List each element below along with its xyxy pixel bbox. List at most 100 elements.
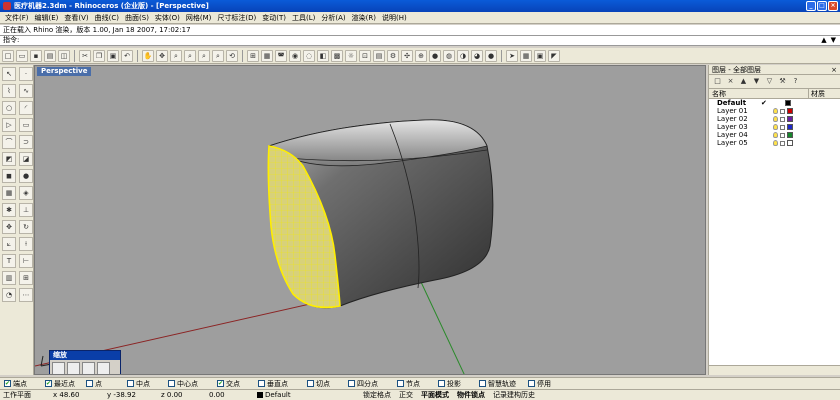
light-bulb-icon[interactable]: ☼ bbox=[345, 49, 357, 62]
visible-bulb-icon[interactable] bbox=[773, 140, 778, 146]
grid-icon[interactable]: ▩ bbox=[331, 49, 343, 62]
osnap-checkbox[interactable]: ✔ bbox=[4, 380, 11, 387]
osnap-checkbox[interactable] bbox=[528, 380, 535, 387]
status-layer[interactable]: Default bbox=[257, 391, 355, 399]
osnap-point[interactable]: 点 bbox=[86, 379, 127, 389]
osnap-checkbox[interactable] bbox=[168, 380, 175, 387]
osnap-smarttrack[interactable]: 智慧轨迹 bbox=[479, 379, 528, 389]
curve-icon[interactable]: ∿ bbox=[19, 84, 33, 98]
polygon-icon[interactable]: ▷ bbox=[2, 118, 16, 132]
explode-icon[interactable]: ✱ bbox=[2, 203, 16, 217]
unlock-icon[interactable] bbox=[780, 140, 785, 146]
properties-icon[interactable]: ▤ bbox=[373, 49, 385, 62]
osnap-checkbox[interactable] bbox=[479, 380, 486, 387]
paste-icon[interactable]: ▣ bbox=[107, 49, 119, 62]
rectangle-icon[interactable]: ▭ bbox=[19, 118, 33, 132]
layer-row[interactable]: Layer 04 bbox=[709, 131, 840, 139]
osnap-center[interactable]: 中心点 bbox=[168, 379, 217, 389]
menu-view[interactable]: 查看(V) bbox=[61, 13, 91, 23]
visible-bulb-icon[interactable] bbox=[773, 116, 778, 122]
render-icon[interactable]: ◕ bbox=[471, 49, 483, 62]
zoom-dynamic-icon[interactable]: ⌕ bbox=[170, 49, 182, 62]
status-history[interactable]: 记录建构历史 bbox=[493, 390, 535, 400]
osnap-checkbox[interactable] bbox=[258, 380, 265, 387]
layer-icon[interactable]: ◧ bbox=[317, 49, 329, 62]
menu-tools[interactable]: 工具(L) bbox=[289, 13, 318, 23]
split-icon[interactable]: ⟊ bbox=[19, 237, 33, 251]
cut-icon[interactable]: ✂ bbox=[79, 49, 91, 62]
zoom-window-icon[interactable]: ⌕ bbox=[184, 49, 196, 62]
arc-icon[interactable]: ◜ bbox=[19, 101, 33, 115]
layer-row[interactable]: Layer 03 bbox=[709, 123, 840, 131]
render-preview-icon[interactable]: ◑ bbox=[457, 49, 469, 62]
osnap-project[interactable]: 投影 bbox=[438, 379, 479, 389]
block-icon[interactable]: ▥ bbox=[2, 271, 16, 285]
select-arrow-icon[interactable]: ↖ bbox=[2, 67, 16, 81]
text-icon[interactable]: T bbox=[2, 254, 16, 268]
menu-help[interactable]: 说明(H) bbox=[379, 13, 410, 23]
visible-bulb-icon[interactable] bbox=[773, 132, 778, 138]
surface-corner-icon[interactable]: ◩ bbox=[2, 152, 16, 166]
new-file-icon[interactable]: □ bbox=[2, 49, 14, 62]
copy-icon[interactable]: ❐ bbox=[93, 49, 105, 62]
osnap-intersection[interactable]: ✔ 交点 bbox=[217, 379, 258, 389]
osnap-checkbox[interactable] bbox=[438, 380, 445, 387]
layer-row[interactable]: Default ✔ bbox=[709, 99, 840, 107]
osnap-tangent[interactable]: 切点 bbox=[307, 379, 348, 389]
close-icon[interactable]: × bbox=[828, 1, 838, 11]
boolean-icon[interactable]: ◈ bbox=[19, 186, 33, 200]
move-up-icon[interactable]: ▲ bbox=[738, 76, 749, 87]
settings-icon[interactable]: ⚙ bbox=[387, 49, 399, 62]
col-name-header[interactable]: 名称 bbox=[709, 89, 809, 98]
delete-layer-icon[interactable]: × bbox=[725, 76, 736, 87]
more-tools-icon[interactable]: ⋯ bbox=[19, 288, 33, 302]
move-icon[interactable]: ✥ bbox=[2, 220, 16, 234]
status-snap[interactable]: 锁定格点 bbox=[363, 390, 391, 400]
trim-icon[interactable]: ⟀ bbox=[2, 237, 16, 251]
visible-bulb-icon[interactable] bbox=[773, 108, 778, 114]
layer-color-swatch[interactable] bbox=[787, 116, 793, 122]
filter-icon[interactable]: ▽ bbox=[764, 76, 775, 87]
layer-panel-close-icon[interactable]: × bbox=[831, 65, 837, 75]
osnap-mid[interactable]: 中点 bbox=[127, 379, 168, 389]
menu-solid[interactable]: 实体(O) bbox=[152, 13, 183, 23]
osnap-end[interactable]: ✔ 端点 bbox=[4, 379, 45, 389]
shaded-icon[interactable]: ● bbox=[429, 49, 441, 62]
rotate-icon[interactable]: ↻ bbox=[19, 220, 33, 234]
maximize-icon[interactable]: □ bbox=[817, 1, 827, 11]
menu-dimension[interactable]: 尺寸标注(D) bbox=[214, 13, 259, 23]
osnap-disable[interactable]: 停用 bbox=[528, 379, 569, 389]
grip-icon[interactable]: ▣ bbox=[534, 49, 546, 62]
scale-icon[interactable]: ◤ bbox=[548, 49, 560, 62]
menu-analyze[interactable]: 分析(A) bbox=[318, 13, 348, 23]
osnap-perpendicular[interactable]: 垂直点 bbox=[258, 379, 307, 389]
import-icon[interactable]: ◫ bbox=[58, 49, 70, 62]
point-edit-icon[interactable]: ✣ bbox=[401, 49, 413, 62]
menu-render[interactable]: 渲染(R) bbox=[349, 13, 379, 23]
group-icon[interactable]: ⊞ bbox=[19, 271, 33, 285]
point-icon[interactable]: · bbox=[19, 67, 33, 81]
scroll-up-icon[interactable]: ▲ bbox=[821, 36, 826, 45]
osnap-checkbox[interactable]: ✔ bbox=[45, 380, 52, 387]
unlock-icon[interactable] bbox=[780, 132, 785, 138]
move-down-icon[interactable]: ▼ bbox=[751, 76, 762, 87]
perspective-viewport[interactable]: Perspective 缩放 bbox=[34, 65, 706, 375]
minimize-icon[interactable]: _ bbox=[806, 1, 816, 11]
viewport-tab[interactable]: Perspective bbox=[37, 67, 92, 76]
visible-bulb-icon[interactable] bbox=[773, 124, 778, 130]
sphere-icon[interactable]: ● bbox=[485, 49, 497, 62]
zoom-out-icon[interactable] bbox=[97, 362, 110, 374]
circle-icon[interactable]: ○ bbox=[2, 101, 16, 115]
cplane-icon[interactable]: ▦ bbox=[261, 49, 273, 62]
layer-row[interactable]: Layer 02 bbox=[709, 115, 840, 123]
scroll-down-icon[interactable]: ▼ bbox=[831, 36, 836, 45]
help-icon[interactable]: ? bbox=[790, 76, 801, 87]
osnap-checkbox[interactable]: ✔ bbox=[217, 380, 224, 387]
dimension-icon[interactable]: ⊢ bbox=[19, 254, 33, 268]
zoom-extents-icon[interactable]: ⌕ bbox=[198, 49, 210, 62]
fillet-curve-icon[interactable]: ⌒ bbox=[2, 135, 16, 149]
rotate-view-icon[interactable]: ✥ bbox=[156, 49, 168, 62]
zoom-extents-all-icon[interactable] bbox=[52, 362, 65, 374]
osnap-checkbox[interactable] bbox=[86, 380, 93, 387]
print-icon[interactable]: ▤ bbox=[44, 49, 56, 62]
